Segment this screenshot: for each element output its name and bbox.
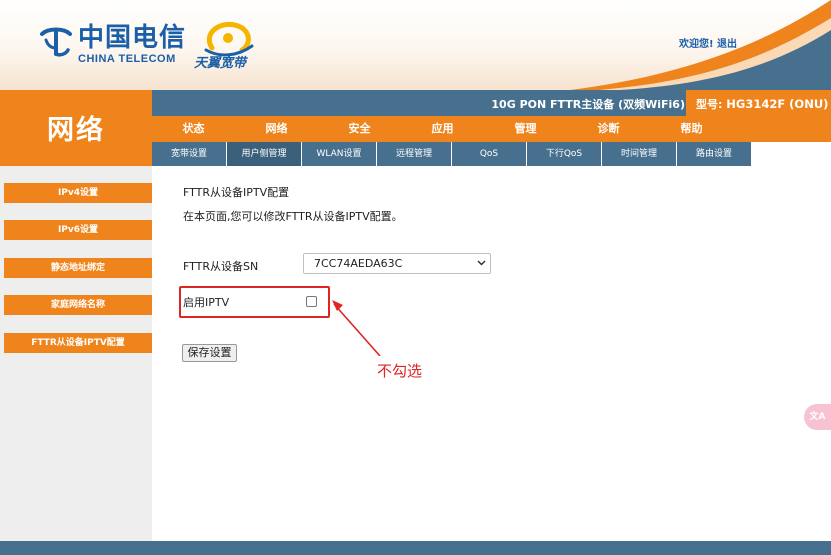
sub-nav-routing[interactable]: 路由设置 <box>677 142 752 166</box>
logo-en-text: CHINA TELECOM <box>78 53 176 65</box>
china-telecom-logo: 中国电信 CHINA TELECOM <box>38 24 186 65</box>
sub-nav-wlan[interactable]: WLAN设置 <box>302 142 377 166</box>
save-button[interactable]: 保存设置 <box>182 344 237 362</box>
main-nav-help[interactable]: 帮助 <box>650 116 733 142</box>
footer-bar <box>0 541 831 555</box>
sub-nav-time[interactable]: 时间管理 <box>602 142 677 166</box>
sn-label: FTTR从设备SN <box>183 260 259 273</box>
sn-select-value: 7CC74AEDA63C <box>314 257 403 270</box>
sn-select[interactable]: 7CC74AEDA63C <box>303 253 491 274</box>
sidebar-item-static-binding[interactable]: 静态地址绑定 <box>4 258 152 278</box>
main-nav-security[interactable]: 安全 <box>318 116 401 142</box>
chevron-down-icon <box>477 254 486 281</box>
tianyi-broadband-text: 天翼宽带 <box>194 56 247 71</box>
annotation-arrow-icon <box>332 300 381 356</box>
page-description: 在本页面,您可以修改FTTR从设备IPTV配置。 <box>183 210 403 223</box>
sub-nav-downlink-qos[interactable]: 下行QoS <box>527 142 602 166</box>
telecom-logo-icon <box>40 27 72 57</box>
annotation-text: 不勾选 <box>377 362 423 380</box>
main-nav-status[interactable]: 状态 <box>152 116 235 142</box>
section-title: 网络 <box>47 115 105 146</box>
model-label: 型号: <box>696 98 723 111</box>
sub-nav-user-side[interactable]: 用户侧管理 <box>227 142 302 166</box>
sidebar-item-ipv4[interactable]: IPv4设置 <box>4 183 152 203</box>
model-value: HG3142F (ONU) <box>726 97 829 111</box>
translate-icon[interactable]: 文A <box>804 404 831 430</box>
logout-link[interactable]: 退出 <box>717 39 737 50</box>
model-info: 型号: HG3142F (ONU) <box>686 90 831 116</box>
sub-nav-remote[interactable]: 远程管理 <box>377 142 452 166</box>
logo-cn-text: 中国电信 <box>78 23 187 53</box>
main-nav: 状态 网络 安全 应用 管理 诊断 帮助 <box>152 116 831 142</box>
sidebar-item-fttr-iptv[interactable]: FTTR从设备IPTV配置 <box>4 333 152 353</box>
page-title: FTTR从设备IPTV配置 <box>183 186 290 199</box>
user-links: 欢迎您! 退出 <box>679 35 737 50</box>
device-name: 10G PON FTTR主设备 (双频WiFi6) <box>491 98 685 111</box>
main-nav-application[interactable]: 应用 <box>401 116 484 142</box>
annotation-highlight-box <box>179 286 330 318</box>
header: 中国电信 CHINA TELECOM 天翼宽带 欢迎您! 退出 <box>0 0 831 90</box>
sub-nav-broadband[interactable]: 宽带设置 <box>152 142 227 166</box>
main-nav-network[interactable]: 网络 <box>235 116 318 142</box>
sub-nav: 宽带设置 用户侧管理 WLAN设置 远程管理 QoS 下行QoS 时间管理 路由… <box>152 142 831 166</box>
main-nav-management[interactable]: 管理 <box>484 116 567 142</box>
sidebar-item-ipv6[interactable]: IPv6设置 <box>4 220 152 240</box>
main-nav-diagnostics[interactable]: 诊断 <box>567 116 650 142</box>
welcome-text: 欢迎您! <box>679 39 714 50</box>
sub-nav-qos[interactable]: QoS <box>452 142 527 166</box>
sidebar-item-home-network-name[interactable]: 家庭网络名称 <box>4 295 152 315</box>
